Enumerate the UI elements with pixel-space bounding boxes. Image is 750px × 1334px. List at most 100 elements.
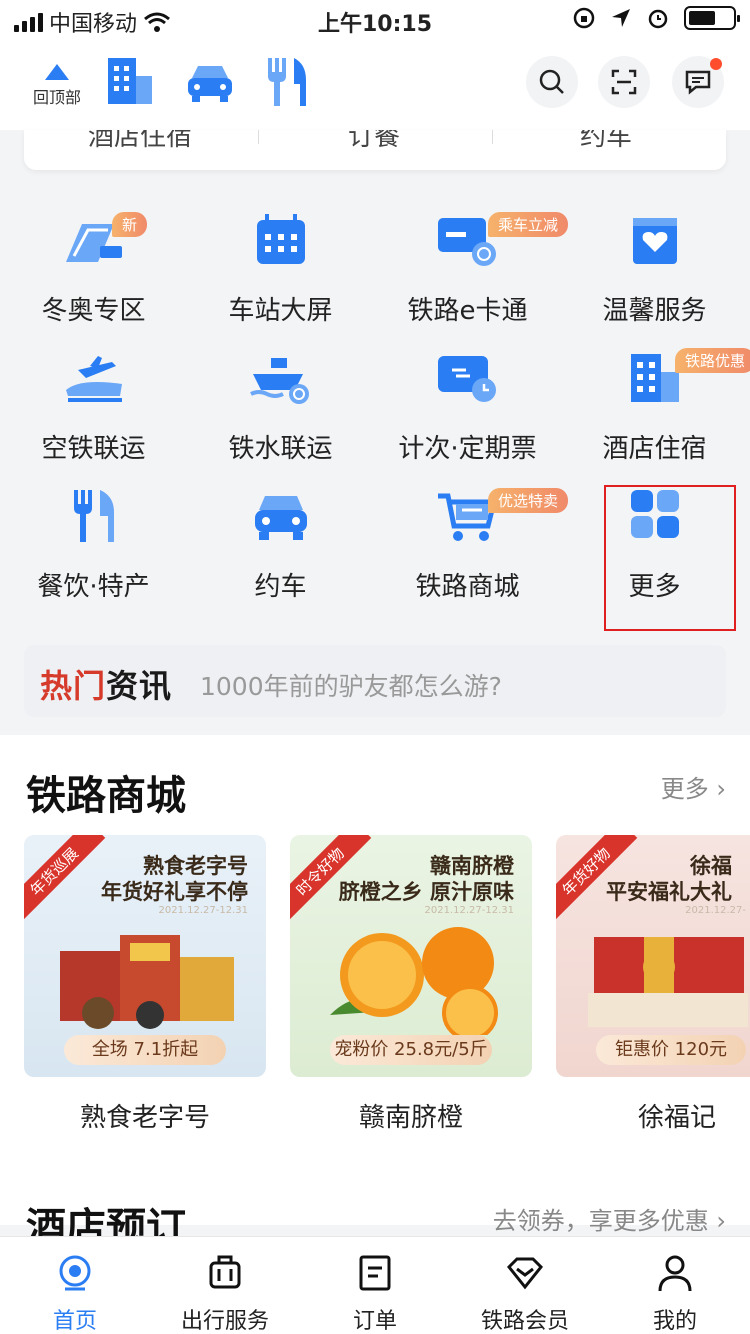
service-label: 餐饮·特产	[37, 572, 150, 602]
tab-home[interactable]: 首页	[0, 1237, 150, 1334]
search-button[interactable]	[526, 56, 578, 108]
service-label: 铁路e卡通	[407, 296, 528, 326]
headline-line: 脐橙之乡 原汁原味	[338, 880, 514, 904]
booking-tab-hotel[interactable]: 酒店住宿	[88, 130, 192, 153]
product-card[interactable]: 时令好物 赣南脐橙 脐橙之乡 原汁原味 2021.12.27-12.31 宠粉价 …	[290, 835, 532, 1134]
tab-label: 订单	[352, 1309, 397, 1334]
car-icon	[255, 496, 307, 540]
service-label: 酒店住宿	[602, 434, 707, 464]
tab-label: 出行服务	[180, 1309, 269, 1334]
luggage-icon	[209, 1255, 241, 1289]
product-card[interactable]: 年货巡展 熟食老字号 年货好礼享不停 2021.12.27-12.31 全场 7.…	[24, 835, 266, 1134]
headline-line: 徐福	[690, 854, 732, 878]
product-image: 年货好物 徐福 平安福礼大礼 2021.12.27- 钜惠价 120元	[556, 835, 750, 1077]
coupon-link[interactable]: 去领券，享更多优惠 ›	[493, 1201, 726, 1236]
product-price: 钜惠价 120元	[596, 1035, 746, 1065]
promo-date: 2021.12.27-	[685, 905, 746, 916]
headline-line: 熟食老字号	[143, 854, 248, 878]
alarm-icon	[648, 9, 668, 29]
hot-news-bar[interactable]: 热门资讯 1000年前的驴友都怎么游?	[24, 645, 726, 717]
rotation-lock-icon	[573, 7, 595, 29]
product-name: 熟食老字号	[79, 1103, 210, 1133]
product-image: 时令好物 赣南脐橙 脐橙之乡 原汁原味 2021.12.27-12.31 宠粉价 …	[290, 835, 532, 1077]
message-icon	[685, 70, 711, 95]
divider	[258, 130, 259, 144]
hot-news-text[interactable]: 1000年前的驴友都怎么游?	[200, 667, 502, 703]
plane-train-icon	[66, 356, 122, 402]
headline-line: 年货好礼享不停	[101, 880, 248, 904]
order-icon	[359, 1255, 391, 1291]
headline-line: 赣南脐橙	[430, 854, 514, 878]
hot-news-badge-b: 资讯	[106, 667, 173, 705]
tab-travel-service[interactable]: 出行服务	[150, 1237, 300, 1334]
divider	[492, 130, 493, 144]
tab-label: 我的	[652, 1309, 697, 1334]
service-periodic-ticket[interactable]: 计次·定期票	[374, 324, 561, 464]
service-station-screen[interactable]: 车站大屏	[187, 186, 374, 326]
service-rail-mall[interactable]: 优选特卖 铁路商城	[374, 462, 569, 602]
product-ribbon: 年货巡展	[24, 835, 106, 923]
notification-dot	[710, 58, 722, 70]
tab-label: 铁路会员	[480, 1309, 569, 1334]
location-icon	[612, 9, 630, 27]
car-icon[interactable]	[184, 54, 236, 110]
service-car[interactable]: 约车	[187, 462, 374, 602]
battery-icon	[684, 6, 740, 30]
back-to-top-button[interactable]: 回顶部	[28, 64, 86, 108]
service-warm-service[interactable]: 温馨服务	[561, 186, 748, 326]
booking-card: 酒店住宿 订餐 约车	[24, 130, 726, 170]
service-dining[interactable]: 餐饮·特产	[0, 462, 187, 602]
back-to-top-label: 回顶部	[32, 88, 81, 107]
badge-ride-discount: 乘车立减	[488, 212, 569, 237]
tab-label: 首页	[52, 1309, 97, 1334]
product-headline: 徐福 平安福礼大礼	[606, 853, 732, 905]
service-hotel[interactable]: 铁路优惠 酒店住宿	[561, 324, 750, 464]
gift-box-illustration	[60, 935, 234, 1029]
hotel-icon[interactable]	[104, 54, 156, 110]
highlight-box	[604, 485, 736, 631]
product-headline: 赣南脐橙 脐橙之乡 原汁原味	[339, 853, 514, 905]
diamond-icon	[506, 1257, 544, 1290]
home-icon	[59, 1255, 91, 1291]
service-label: 车站大屏	[228, 296, 333, 326]
service-label: 铁水联运	[228, 434, 333, 464]
service-e-card[interactable]: 乘车立减 铁路e卡通	[374, 186, 569, 326]
user-icon	[658, 1255, 692, 1292]
service-label: 铁路商城	[415, 572, 520, 602]
tab-membership[interactable]: 铁路会员	[450, 1237, 600, 1334]
bottom-tab-bar: 首页 出行服务 订单 铁路会员 我的	[0, 1236, 750, 1334]
product-image: 年货巡展 熟食老字号 年货好礼享不停 2021.12.27-12.31 全场 7.…	[24, 835, 266, 1077]
product-card[interactable]: 年货好物 徐福 平安福礼大礼 2021.12.27- 钜惠价 120元 徐福记	[556, 835, 750, 1134]
tab-mine[interactable]: 我的	[600, 1237, 750, 1334]
scan-button[interactable]	[598, 56, 650, 108]
badge-selected-sale: 优选特卖	[488, 488, 569, 513]
booking-tab-food[interactable]: 订餐	[348, 130, 400, 153]
product-name: 赣南脐橙	[358, 1103, 463, 1133]
hot-news-badge-a: 热门	[40, 667, 107, 705]
service-label: 约车	[254, 572, 307, 602]
product-name: 徐福记	[637, 1103, 716, 1133]
service-label: 冬奥专区	[41, 296, 146, 326]
service-rail-water[interactable]: 铁水联运	[187, 324, 374, 464]
message-button[interactable]	[672, 56, 724, 108]
search-icon	[539, 69, 564, 94]
status-bar: 中国移动 上午10:15	[0, 0, 750, 40]
ship-icon	[250, 358, 309, 404]
calendar-icon	[257, 214, 305, 264]
arrow-up-icon	[45, 64, 69, 80]
badge-new: 新	[112, 212, 148, 237]
product-price: 全场 7.1折起	[64, 1035, 226, 1065]
promo-date: 2021.12.27-12.31	[158, 905, 249, 916]
heart-card-icon	[633, 218, 677, 264]
tab-orders[interactable]: 订单	[300, 1237, 450, 1334]
service-air-rail[interactable]: 空铁联运	[0, 324, 187, 464]
hotel-section: 酒店预订 去领券，享更多优惠 ›	[0, 1165, 750, 1251]
dining-icon[interactable]	[262, 54, 314, 110]
service-winter-olympics[interactable]: 新 冬奥专区	[0, 186, 187, 326]
status-right	[572, 6, 740, 30]
service-label: 空铁联运	[41, 434, 146, 464]
booking-tab-car[interactable]: 约车	[580, 130, 632, 153]
more-link[interactable]: 更多 ›	[661, 769, 726, 804]
headline-line: 平安福礼大礼	[606, 880, 732, 904]
service-label: 计次·定期票	[398, 434, 537, 464]
